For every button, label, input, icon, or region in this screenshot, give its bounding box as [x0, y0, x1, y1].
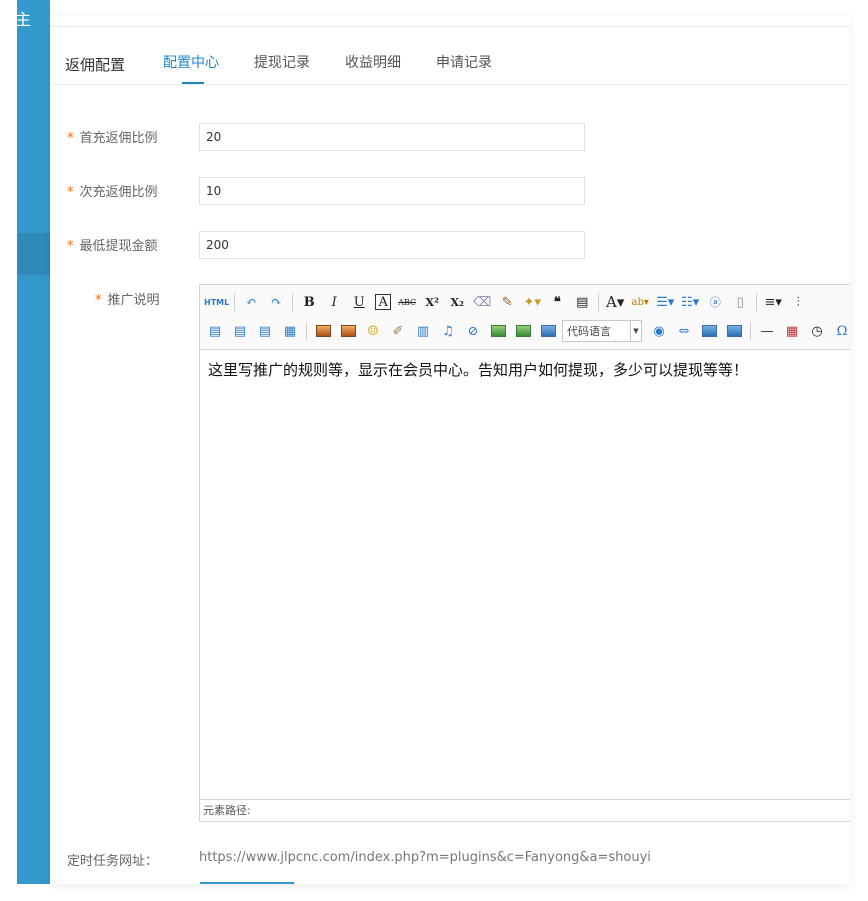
superscript-icon[interactable]: X² — [421, 292, 443, 312]
first-ratio-label-text: 首充返佣比例 — [79, 131, 158, 146]
promo-desc-label: * 推广说明 — [95, 289, 160, 308]
music-icon[interactable]: ♫ — [437, 321, 459, 341]
gmap-icon[interactable] — [512, 321, 534, 341]
left-sidebar: 主 — [15, 0, 50, 884]
page-title: 返佣配置 — [65, 56, 126, 74]
toolbar-separator — [234, 293, 236, 311]
first-ratio-input[interactable] — [199, 123, 585, 151]
top-strip — [50, 16, 850, 27]
toolbar-separator — [750, 322, 751, 340]
sidebar-active-item[interactable] — [17, 233, 50, 275]
backcolor-icon[interactable]: ab▾ — [629, 292, 651, 312]
first-ratio-label: * 首充返佣比例 — [67, 127, 158, 146]
toolbar-separator — [292, 293, 294, 311]
toolbar-row-1: HTML ↶ ↷ B I U A ABC X² X₂ ⌫ ✎ ✦▾ ❝ ▤ A▾… — [204, 289, 812, 315]
sidebar-glyph: 主 — [15, 10, 32, 29]
justify-center-icon[interactable]: ▤ — [254, 321, 276, 341]
tab-earnings-detail[interactable]: 收益明细 — [345, 52, 401, 72]
eraser-icon[interactable]: ⌫ — [471, 292, 493, 312]
active-tab-underline — [182, 82, 204, 84]
paragraph-icon[interactable]: ⫶ — [787, 292, 809, 312]
map-icon[interactable] — [487, 321, 509, 341]
pasteplain-icon[interactable]: ▤ — [571, 292, 593, 312]
justify-left-icon[interactable]: ▤ — [204, 321, 226, 341]
image-icon[interactable] — [312, 321, 334, 341]
underline-icon[interactable]: U — [348, 292, 370, 312]
tab-bar: 返佣配置 配置中心 提现记录 收益明细 申请记录 — [50, 46, 850, 85]
element-path-bar: 元素路径: — [200, 799, 850, 821]
attachment-icon[interactable]: ⊘ — [462, 321, 484, 341]
ordered-list-icon[interactable]: ☰▾ — [654, 292, 676, 312]
second-ratio-input[interactable] — [199, 177, 585, 205]
justify-full-icon[interactable]: ▦ — [279, 321, 301, 341]
anchor-icon[interactable]: ⓐ — [704, 292, 726, 312]
rich-text-editor[interactable]: HTML ↶ ↷ B I U A ABC X² X₂ ⌫ ✎ ✦▾ ❝ ▤ A▾… — [199, 284, 850, 822]
tab-application-records[interactable]: 申请记录 — [436, 52, 492, 72]
lineheight-icon[interactable]: ≡▾ — [762, 292, 784, 312]
code-language-value: 代码语言 — [567, 325, 611, 338]
cron-url-label: 定时任务网址： — [67, 854, 159, 869]
toolbar-separator — [306, 322, 307, 340]
cron-url-value: https://www.jlpcnc.com/index.php?m=plugi… — [199, 850, 651, 865]
unordered-list-icon[interactable]: ☷▾ — [679, 292, 701, 312]
fontborder-icon[interactable]: A — [375, 294, 392, 310]
forecolor-icon[interactable]: A▾ — [604, 292, 626, 312]
promo-desc-label-text: 推广说明 — [107, 293, 160, 308]
autotypeset-icon[interactable]: ✦▾ — [521, 292, 543, 312]
scrawl-icon[interactable]: ✐ — [387, 321, 409, 341]
formatmatch-icon[interactable]: ✎ — [496, 292, 518, 312]
emotion-icon[interactable]: ☺ — [362, 321, 384, 341]
italic-icon[interactable]: I — [323, 292, 345, 312]
second-ratio-label-text: 次充返佣比例 — [79, 185, 158, 200]
code-language-select[interactable]: 代码语言 ▼ — [562, 320, 642, 342]
webapp-icon[interactable]: ◉ — [648, 321, 670, 341]
second-ratio-label: * 次充返佣比例 — [67, 181, 158, 200]
required-mark: * — [67, 185, 74, 200]
multi-image-icon[interactable] — [337, 321, 359, 341]
min-withdraw-label-text: 最低提现金额 — [79, 239, 158, 254]
insertframe-icon[interactable] — [537, 321, 559, 341]
horizontal-icon[interactable]: — — [756, 321, 778, 341]
editor-content[interactable]: 这里写推广的规则等，显示在会员中心。告知用户如何提现，多少可以提现等等！ — [208, 359, 748, 380]
required-mark: * — [67, 239, 74, 254]
video-icon[interactable]: ▥ — [412, 321, 434, 341]
pagebreak-icon[interactable]: ⇔ — [673, 321, 695, 341]
template2-icon[interactable] — [698, 321, 720, 341]
page: 主 返佣配置 配置中心 提现记录 收益明细 申请记录 * 首充返佣比例 * 次充返佣… — [0, 0, 868, 901]
toolbar-separator — [598, 293, 600, 311]
min-withdraw-input[interactable] — [199, 231, 585, 259]
editor-toolbar: HTML ↶ ↷ B I U A ABC X² X₂ ⌫ ✎ ✦▾ ❝ ▤ A▾… — [200, 285, 850, 350]
tab-config-center[interactable]: 配置中心 — [163, 52, 219, 72]
toolbar-row-2: ▤ ▤ ▤ ▦ ☺ ✐ ▥ ♫ ⊘ 代码语言 ▼ ◉ ⇔ — ▦ ◷ Ω — [204, 318, 850, 344]
strikethrough-icon[interactable]: ABC — [396, 292, 418, 312]
required-mark: * — [67, 131, 74, 146]
time-icon[interactable]: ◷ — [806, 321, 828, 341]
required-mark: * — [95, 293, 102, 308]
undo-icon[interactable]: ↶ — [240, 292, 262, 312]
tab-withdraw-records[interactable]: 提现记录 — [254, 52, 310, 72]
subscript-icon[interactable]: X₂ — [446, 292, 468, 312]
background-icon[interactable] — [723, 321, 745, 341]
blockquote-icon[interactable]: ❝ — [546, 292, 568, 312]
redo-icon[interactable]: ↷ — [265, 292, 287, 312]
template-icon[interactable]: ▯ — [729, 292, 751, 312]
chevron-down-icon: ▼ — [630, 321, 641, 341]
submit-button[interactable] — [200, 882, 294, 884]
bold-icon[interactable]: B — [298, 292, 320, 312]
justify-right-icon[interactable]: ▤ — [229, 321, 251, 341]
min-withdraw-label: * 最低提现金额 — [67, 235, 158, 254]
main-panel: 返佣配置 配置中心 提现记录 收益明细 申请记录 * 首充返佣比例 * 次充返佣比例… — [50, 16, 850, 884]
toolbar-separator — [756, 293, 758, 311]
spechars-icon[interactable]: Ω — [831, 321, 850, 341]
html-icon[interactable]: HTML — [204, 292, 229, 312]
date-icon[interactable]: ▦ — [781, 321, 803, 341]
